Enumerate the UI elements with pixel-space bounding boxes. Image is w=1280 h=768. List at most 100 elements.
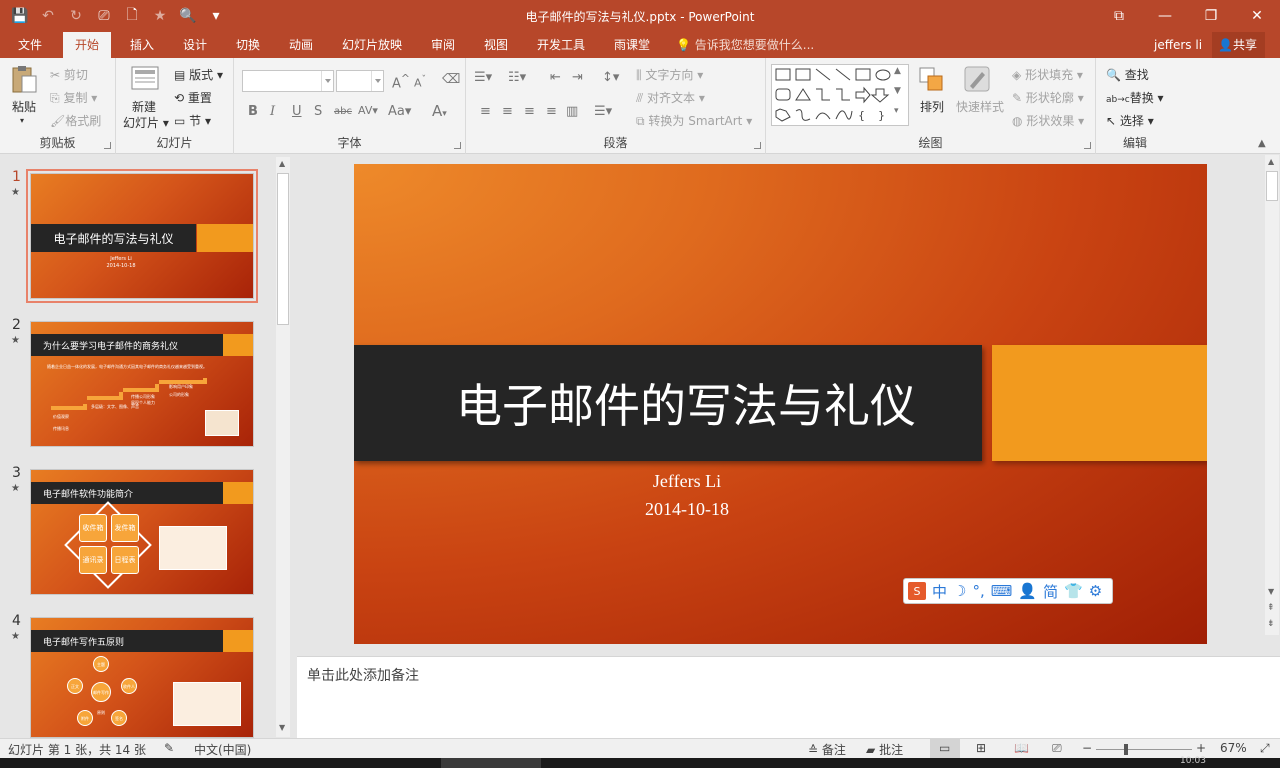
next-slide-icon[interactable]: ⇟ — [1267, 619, 1275, 629]
restore-button[interactable]: ❐ — [1188, 0, 1234, 32]
copy-button[interactable]: ⎘ 复制 ▾ — [50, 89, 97, 106]
strikethrough-button[interactable]: abc — [334, 106, 352, 117]
slide-thumbnail-1[interactable]: 电子邮件的写法与礼仪 Jeffers Li 2014-10-18 — [26, 169, 258, 303]
slide-thumbnail-4[interactable]: 电子邮件写作五原则 主题 收件人 正文 附件 签名 邮件写作原则 — [30, 617, 254, 738]
slide-scrollbar[interactable]: ▲ ▼ ⇞ ⇟ — [1265, 155, 1279, 635]
align-right-icon[interactable]: ≡ — [524, 104, 535, 119]
font-color-button[interactable]: A▾ — [432, 102, 447, 120]
slide-thumbnail-2[interactable]: 为什么要学习电子邮件的商务礼仪 随着企业日益一体化的发展，电子邮件沟通方式因其电… — [30, 321, 254, 447]
reading-view-icon[interactable]: 📖 — [1014, 741, 1029, 755]
shapes-scroll-down-icon[interactable]: ▼ — [894, 86, 901, 96]
slide-sorter-icon[interactable]: ⊞ — [976, 741, 986, 755]
ime-moon-icon[interactable]: ☽ — [953, 582, 966, 600]
slide-canvas[interactable]: 电子邮件的写法与礼仪 Jeffers Li 2014-10-18 — [354, 164, 1207, 644]
quick-styles-button[interactable] — [962, 64, 992, 94]
tab-slideshow[interactable]: 幻灯片放映 — [340, 32, 404, 58]
drawing-launcher-icon[interactable] — [1084, 142, 1091, 149]
zoom-in-icon[interactable]: + — [1196, 741, 1206, 755]
text-direction-button[interactable]: ⫼ 文字方向 ▾ — [636, 66, 703, 83]
select-button[interactable]: ↖ 选择 ▾ — [1106, 112, 1154, 129]
shapes-more-icon[interactable]: ▾ — [894, 106, 899, 116]
numbering-icon[interactable]: ☷▾ — [508, 70, 526, 85]
paste-dropdown-icon[interactable]: ▾ — [20, 116, 24, 125]
scroll-thumb[interactable] — [277, 173, 289, 325]
zoom-out-icon[interactable]: − — [1082, 741, 1092, 755]
tell-me-search[interactable]: 💡 告诉我您想要做什么... — [676, 32, 814, 58]
slide-author[interactable]: Jeffers Li — [354, 471, 1020, 492]
ribbon-display-options-button[interactable]: ⧉ — [1096, 0, 1142, 32]
underline-button[interactable]: U — [292, 104, 302, 119]
tab-insert[interactable]: 插入 — [128, 32, 156, 58]
slide-title[interactable]: 电子邮件的写法与礼仪 — [354, 345, 982, 461]
notes-placeholder[interactable]: 单击此处添加备注 — [307, 665, 419, 685]
new-slide-button[interactable] — [130, 64, 160, 92]
align-left-icon[interactable]: ≡ — [480, 104, 491, 119]
tab-transitions[interactable]: 切换 — [234, 32, 262, 58]
chevron-down-icon[interactable] — [321, 71, 333, 91]
notes-toggle-button[interactable]: ≙ 备注 — [808, 741, 846, 758]
normal-view-button[interactable]: ▭ — [930, 739, 960, 758]
minimize-button[interactable]: — — [1142, 0, 1188, 32]
character-spacing-button[interactable]: AV▾ — [358, 104, 378, 117]
bullets-icon[interactable]: ☰▾ — [474, 70, 492, 85]
ime-logo-icon[interactable]: S — [908, 582, 926, 600]
layout-button[interactable]: ▤ 版式 ▾ — [174, 66, 223, 83]
ime-skin-icon[interactable]: 👕 — [1064, 582, 1083, 600]
font-size-combobox[interactable] — [336, 70, 384, 92]
section-button[interactable]: ▭ 节 ▾ — [174, 112, 211, 129]
tab-home[interactable]: 开始 — [63, 32, 112, 58]
line-spacing-icon[interactable]: ↕▾ — [602, 70, 619, 85]
tab-review[interactable]: 审阅 — [429, 32, 457, 58]
scroll-down-icon[interactable]: ▼ — [279, 723, 285, 732]
shapes-gallery[interactable]: {} — [771, 64, 909, 126]
shape-fill-button[interactable]: ◈ 形状填充 ▾ — [1012, 66, 1083, 83]
shrink-font-button[interactable]: Aˇ — [414, 74, 426, 90]
zoom-slider[interactable] — [1096, 744, 1192, 755]
smartart-button[interactable]: ⧉ 转换为 SmartArt ▾ — [636, 112, 752, 129]
share-button[interactable]: 👤共享 — [1212, 32, 1265, 58]
slide-accent-box[interactable] — [992, 345, 1207, 461]
replace-button[interactable]: ab→c替换 ▾ — [1106, 89, 1164, 106]
language-indicator[interactable]: 中文(中国) — [194, 741, 251, 758]
tab-animations[interactable]: 动画 — [287, 32, 315, 58]
comments-button[interactable]: ▰ 批注 — [866, 741, 903, 758]
arrange-button[interactable] — [918, 66, 946, 94]
taskbar-app[interactable] — [441, 758, 541, 768]
ime-punct-icon[interactable]: °, — [972, 582, 984, 600]
tab-file[interactable]: 文件 — [16, 32, 44, 58]
scroll-up-icon[interactable]: ▲ — [279, 159, 285, 168]
scroll-down-icon[interactable]: ▼ — [1268, 587, 1274, 596]
close-button[interactable]: ✕ — [1234, 0, 1280, 32]
shapes-scroll-up-icon[interactable]: ▲ — [894, 66, 901, 76]
collapse-ribbon-icon[interactable]: ▲ — [1258, 138, 1266, 149]
scroll-thumb[interactable] — [1266, 171, 1278, 201]
find-button[interactable]: 🔍 查找 — [1106, 66, 1149, 83]
scroll-up-icon[interactable]: ▲ — [1268, 157, 1274, 166]
zoom-level[interactable]: 67% — [1220, 741, 1247, 755]
bold-button[interactable]: B — [248, 104, 258, 119]
paragraph-launcher-icon[interactable] — [754, 142, 761, 149]
shape-effects-button[interactable]: ◍ 形状效果 ▾ — [1012, 112, 1084, 129]
fit-to-window-icon[interactable]: ⤢ — [1260, 741, 1270, 756]
reset-button[interactable]: ⟲ 重置 — [174, 89, 212, 106]
tab-design[interactable]: 设计 — [181, 32, 209, 58]
tab-rain-classroom[interactable]: 雨课堂 — [612, 32, 652, 58]
shape-outline-button[interactable]: ✎ 形状轮廓 ▾ — [1012, 89, 1084, 106]
shadow-button[interactable]: S — [314, 104, 322, 119]
decrease-indent-icon[interactable]: ⇤ — [550, 70, 561, 85]
previous-slide-icon[interactable]: ⇞ — [1267, 603, 1275, 613]
grow-font-button[interactable]: A^ — [392, 72, 410, 91]
tab-view[interactable]: 视图 — [482, 32, 510, 58]
slide-date[interactable]: 2014-10-18 — [354, 499, 1020, 520]
italic-button[interactable]: I — [270, 104, 275, 119]
notes-pane[interactable]: 单击此处添加备注 — [297, 656, 1280, 738]
distributed-icon[interactable]: ▥ — [566, 104, 578, 119]
paste-button[interactable] — [10, 64, 38, 94]
columns-icon[interactable]: ☰▾ — [594, 104, 612, 119]
clear-formatting-icon[interactable]: ⌫ — [442, 72, 460, 87]
font-launcher-icon[interactable] — [454, 142, 461, 149]
slide-thumbnail-3[interactable]: 电子邮件软件功能简介 收件箱 发件箱 通讯录 日程表 — [30, 469, 254, 595]
tab-developer[interactable]: 开发工具 — [535, 32, 587, 58]
chevron-down-icon[interactable] — [371, 71, 383, 91]
change-case-button[interactable]: Aa▾ — [388, 104, 411, 119]
